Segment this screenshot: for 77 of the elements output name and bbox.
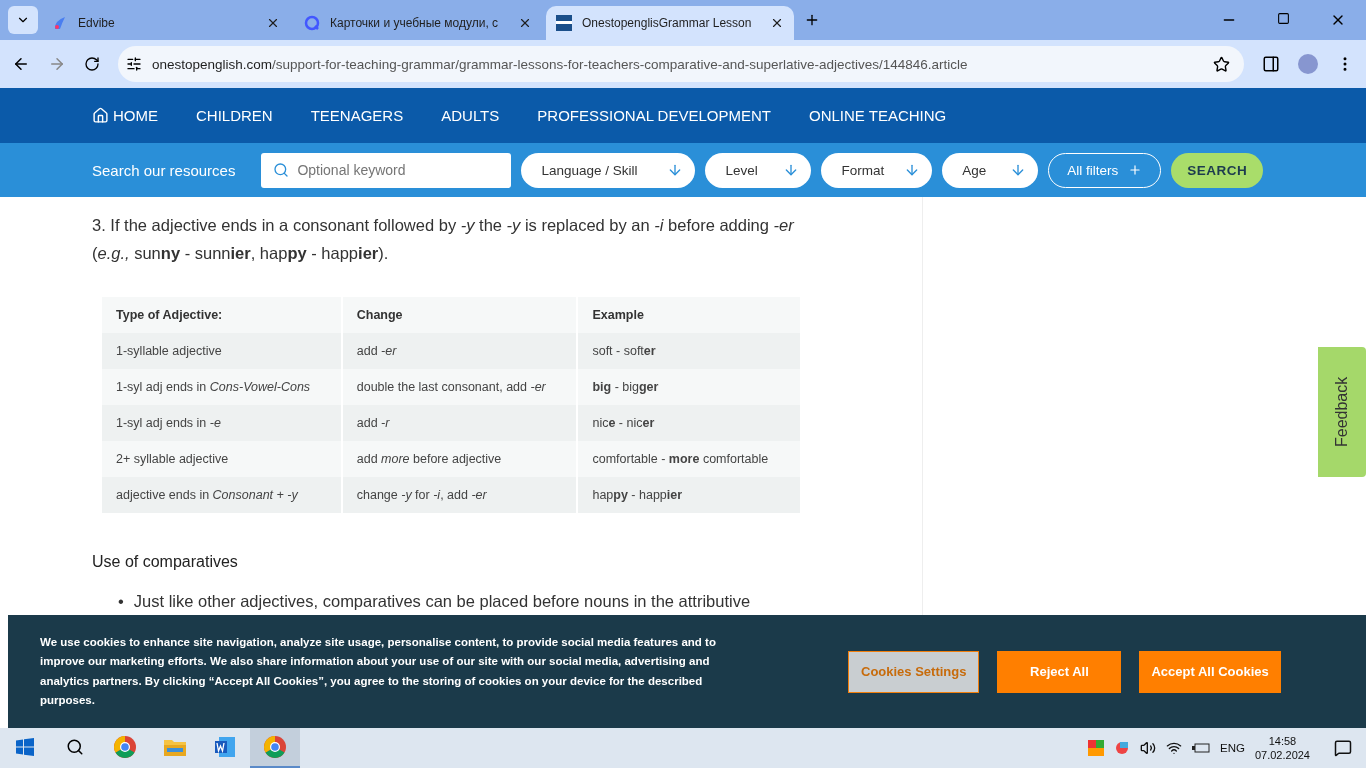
cookie-notice-text: We use cookies to enhance site navigation, analyze site usage, personalise content, to provide social media features and to improve our marketing efforts. We also share information about your use of our site with our social media, advertising and analytics partners. By clicking “Accept All Cookies”, you agree to the storing of cookies on your device for the described purposes. bbox=[40, 634, 717, 708]
reload-icon[interactable] bbox=[84, 56, 100, 72]
windows-logo-icon bbox=[16, 738, 34, 756]
browser-tab[interactable]: Edvibe bbox=[42, 6, 290, 40]
close-icon[interactable] bbox=[518, 16, 532, 30]
nav-link[interactable]: ONLINE TEACHING bbox=[808, 107, 947, 124]
taskbar-app[interactable] bbox=[250, 728, 300, 768]
nav-link[interactable]: CHILDREN bbox=[196, 107, 273, 124]
search-icon bbox=[66, 738, 84, 756]
nav-link[interactable]: TEENAGERS bbox=[310, 107, 404, 124]
bookmark-star-icon[interactable] bbox=[1213, 55, 1230, 73]
browser-tab[interactable]: OnestopenglisGrammar Lesson bbox=[546, 6, 794, 40]
table-cell: happy - happier bbox=[577, 477, 801, 513]
table-cell: change -y for -i, add -er bbox=[341, 477, 578, 513]
table-cell: add -r bbox=[341, 405, 578, 441]
table-cell: adjective ends in Consonant + -y bbox=[102, 477, 342, 513]
table-cell: 1-syl adj ends in -e bbox=[102, 405, 342, 441]
site-settings-icon[interactable] bbox=[126, 56, 142, 72]
clock-date[interactable]: 07.02.2024 bbox=[1254, 749, 1310, 761]
tab-title: OnestopenglisGrammar Lesson bbox=[582, 16, 753, 30]
table-cell: big - bigger bbox=[577, 369, 801, 405]
table-cell: comfortable - more comfortable bbox=[577, 441, 801, 477]
table-cell: soft - softer bbox=[577, 333, 801, 369]
chrome-logo-icon bbox=[263, 735, 287, 759]
back-icon[interactable] bbox=[12, 55, 30, 73]
network-icon[interactable] bbox=[1166, 740, 1182, 756]
table-cell: 1-syl adj ends in Cons-Vowel-Cons bbox=[102, 369, 342, 405]
table-cell: 2+ syllable adjective bbox=[102, 441, 342, 477]
plus-icon bbox=[1128, 163, 1143, 177]
nav-link[interactable]: HOME bbox=[92, 107, 158, 124]
flame-icon bbox=[52, 15, 68, 31]
close-icon[interactable] bbox=[266, 16, 280, 30]
table-cell: add more before adjective bbox=[341, 441, 578, 477]
table-cell: 1-syllable adjective bbox=[102, 333, 342, 369]
tray-app-icon[interactable] bbox=[1114, 740, 1130, 756]
section-heading: Use of comparatives bbox=[92, 553, 239, 571]
bullet-text: Just like other adjectives, comparatives can be placed before nouns in the attributive bbox=[133, 591, 751, 611]
filter-dropdown[interactable]: Language / Skill bbox=[521, 152, 696, 188]
chrome-logo-icon bbox=[113, 735, 137, 759]
close-icon[interactable] bbox=[770, 16, 784, 30]
tab-title: Карточки и учебные модули, с bbox=[330, 16, 500, 30]
feedback-tab[interactable]: Feedback bbox=[1318, 347, 1366, 477]
table-cell: nice - nicer bbox=[577, 405, 801, 441]
url-text: onestopenglish.com/support-for-teaching-grammar/grammar-lessons-for-teachers-comparative-and-superlative-adjectives/144846.article bbox=[152, 56, 969, 72]
document-app-icon bbox=[213, 735, 237, 759]
battery-icon[interactable] bbox=[1192, 742, 1210, 754]
language-indicator[interactable]: ENG bbox=[1220, 742, 1245, 754]
q-logo-icon bbox=[304, 15, 320, 31]
notifications-icon[interactable] bbox=[1334, 739, 1352, 757]
home-icon bbox=[92, 107, 109, 124]
folder-icon bbox=[163, 737, 187, 757]
filter-dropdown[interactable]: Format bbox=[821, 152, 933, 188]
clock-time[interactable]: 14:58 bbox=[1268, 735, 1297, 747]
site-logo-icon bbox=[556, 15, 572, 31]
filter-dropdown[interactable]: Level bbox=[705, 152, 812, 188]
bullet-marker: • bbox=[118, 591, 124, 611]
address-bar[interactable]: onestopenglish.com/support-for-teaching-grammar/grammar-lessons-for-teachers-comparative-and-superlative-adjectives/144846.article bbox=[118, 46, 1244, 82]
nav-link[interactable]: ADULTS bbox=[441, 107, 500, 124]
table-header-cell: Type of Adjective: bbox=[102, 297, 342, 333]
table-header-cell: Example bbox=[577, 297, 801, 333]
side-panel-icon[interactable] bbox=[1262, 55, 1280, 73]
table-cell: double the last consonant, add -er bbox=[341, 369, 578, 405]
table-cell: add -er bbox=[341, 333, 578, 369]
search-icon bbox=[273, 162, 290, 178]
browser-tab[interactable]: Карточки и учебные модули, с bbox=[294, 6, 542, 40]
filter-dropdown[interactable]: Age bbox=[942, 152, 1039, 188]
forward-icon[interactable] bbox=[48, 55, 66, 73]
maximize-icon[interactable] bbox=[1277, 12, 1290, 25]
keyword-search-field[interactable]: Optional keyword bbox=[261, 152, 512, 188]
tab-title: Edvibe bbox=[78, 16, 116, 30]
article-paragraph: 3. If the adjective ends in a consonant followed by -y the -y is replaced by an -i before adding -er (e.g., sunny - sunnier, happy - happier). bbox=[92, 215, 796, 264]
search-button[interactable]: SEARCH bbox=[1171, 152, 1264, 188]
table-header-cell: Change bbox=[341, 297, 578, 333]
search-label: Search our resources bbox=[92, 161, 236, 179]
nav-link[interactable]: PROFESSIONAL DEVELOPMENT bbox=[537, 107, 771, 124]
new-tab-icon[interactable] bbox=[804, 12, 820, 28]
volume-icon[interactable] bbox=[1140, 740, 1156, 756]
